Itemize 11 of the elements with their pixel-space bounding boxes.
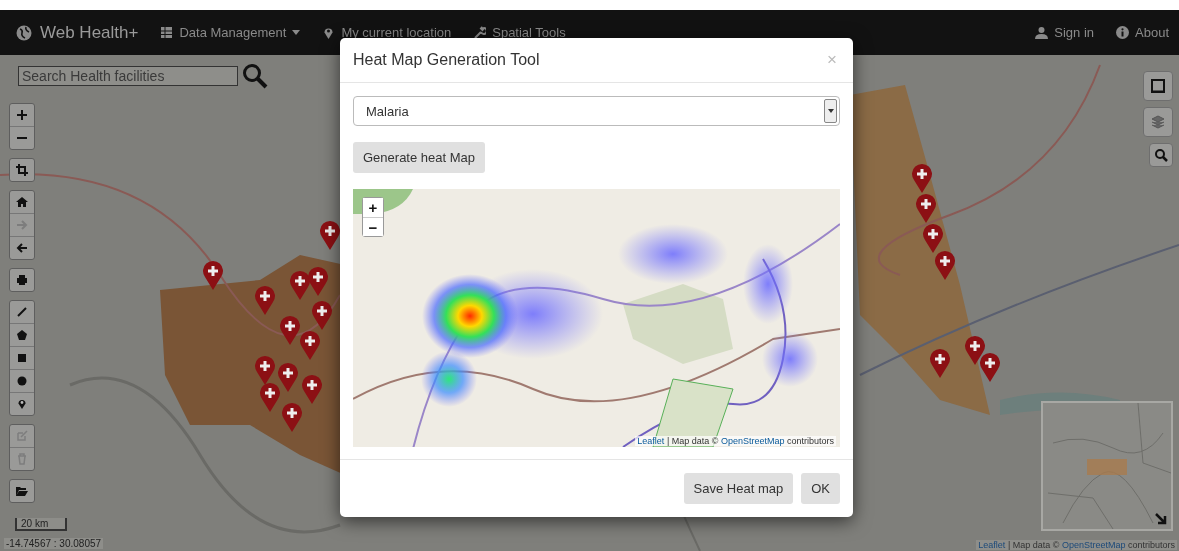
table-icon <box>160 26 174 39</box>
nav-link[interactable]: Sign in <box>1035 25 1094 40</box>
nav-menu-item[interactable]: Spatial Tools <box>473 25 566 40</box>
user-icon <box>1035 26 1049 39</box>
nav-link[interactable]: About <box>1116 25 1169 40</box>
brand-name: Web Health+ <box>40 22 139 43</box>
info-icon <box>1116 26 1129 39</box>
nav-menu-item[interactable]: Data Management <box>160 25 301 40</box>
globe-icon <box>16 24 32 41</box>
wrench-icon <box>473 26 487 39</box>
app-brand[interactable]: Web Health+ <box>16 22 139 43</box>
